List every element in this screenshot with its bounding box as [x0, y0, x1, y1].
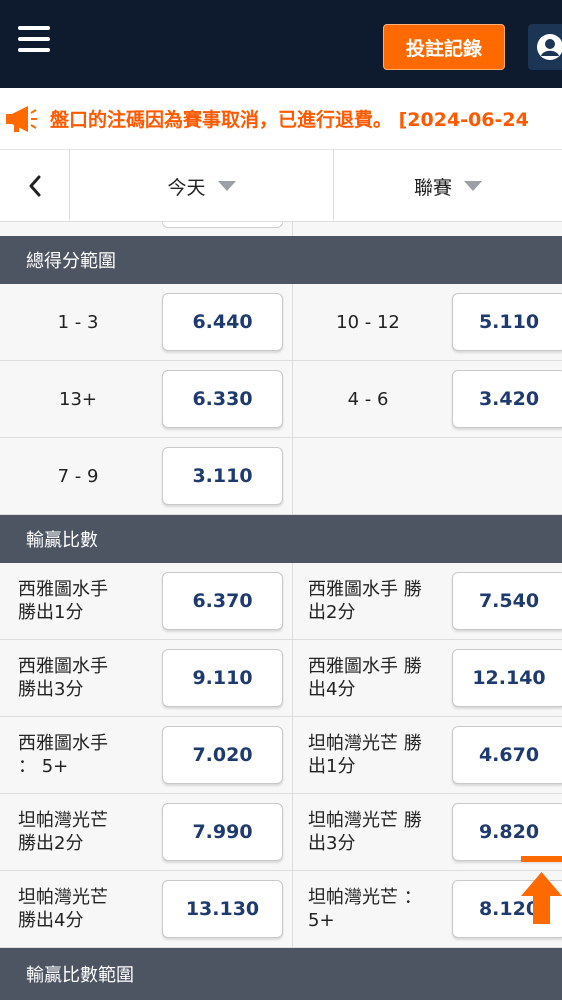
odds-button[interactable]: 3.110 [162, 447, 283, 505]
user-icon [537, 34, 562, 60]
odds-button[interactable]: 13.130 [162, 880, 283, 938]
league-filter-label: 聯賽 [413, 176, 452, 199]
user-button[interactable] [528, 24, 562, 70]
outcome-label: 10 - 12 [336, 312, 400, 333]
bet-record-button[interactable]: 投註記錄 [383, 24, 505, 70]
back-button[interactable] [0, 150, 70, 222]
odds-button[interactable]: 4.670 [452, 726, 562, 784]
caret-down-icon [464, 181, 482, 191]
outcome-label: 西雅圖水手 勝出2分 [308, 579, 422, 623]
outcome-label: 坦帕灣光芒 勝出4分 [18, 887, 108, 931]
odds-button[interactable]: 9.820 [452, 803, 562, 861]
top-bar: 投註記錄 [0, 0, 562, 88]
odds-button[interactable]: 5.110 [452, 293, 562, 351]
outcome-label: 13+ [59, 389, 97, 410]
previous-row-stub [0, 222, 562, 236]
date-filter-label: 今天 [167, 176, 206, 199]
caret-down-icon [217, 181, 236, 191]
table-row: 西雅圖水手： 5+ 7.020 坦帕灣光芒 勝出1分 4.670 [0, 717, 562, 794]
outcome-label: 1 - 3 [57, 312, 99, 333]
outcome-label: 7 - 9 [57, 466, 99, 487]
chevron-left-icon [29, 175, 40, 197]
odds-button[interactable]: 12.140 [452, 649, 562, 707]
odds-button[interactable]: 7.540 [452, 572, 562, 630]
outcome-label: 西雅圖水手 勝出3分 [18, 656, 108, 700]
odds-button[interactable]: 6.330 [162, 370, 283, 428]
table-row: 7 - 9 3.110 [0, 438, 562, 515]
outcome-label: 坦帕灣光芒 勝出3分 [308, 810, 422, 854]
megaphone-icon [6, 106, 37, 132]
announcement-text: 盤口的注碼因為賽事取消，已進行退費。 [2024-06-24 [50, 109, 529, 131]
outcome-label: 坦帕灣光芒 ： 5+ [308, 887, 422, 931]
arrow-up-icon[interactable] [521, 856, 562, 926]
outcome-label: 4 - 6 [347, 389, 389, 410]
odds-button[interactable]: 3.420 [452, 370, 562, 428]
date-filter-dropdown[interactable]: 今天 [70, 150, 334, 222]
section-header-winning-margin[interactable]: 輸贏比數 [0, 515, 562, 563]
table-row: 13+ 6.330 4 - 6 3.420 [0, 361, 562, 438]
outcome-label: 西雅圖水手 勝出1分 [18, 579, 108, 623]
announcement-marquee: 盤口的注碼因為賽事取消，已進行退費。 [2024-06-24 [0, 88, 562, 150]
section-header-total-score-range[interactable]: 總得分範圍 [0, 236, 562, 284]
odds-button[interactable]: 7.020 [162, 726, 283, 784]
market-list: 總得分範圍 1 - 3 6.440 10 - 12 5.110 13+ 6.33… [0, 222, 562, 1000]
table-row: 1 - 3 6.440 10 - 12 5.110 [0, 284, 562, 361]
outcome-label: 坦帕灣光芒 勝出1分 [308, 733, 422, 777]
filter-bar: 今天 聯賽 [0, 150, 562, 222]
hamburger-menu-icon[interactable] [18, 26, 52, 56]
table-row: 西雅圖水手 勝出1分 6.370 西雅圖水手 勝出2分 7.540 [0, 563, 562, 640]
odds-button[interactable]: 9.110 [162, 649, 283, 707]
table-row: 坦帕灣光芒 勝出4分 13.130 坦帕灣光芒 ： 5+ 8.120 [0, 871, 562, 948]
table-row: 坦帕灣光芒 勝出2分 7.990 坦帕灣光芒 勝出3分 9.820 [0, 794, 562, 871]
outcome-label: 西雅圖水手： 5+ [18, 733, 108, 777]
odds-button[interactable]: 6.370 [162, 572, 283, 630]
odds-button[interactable]: 7.990 [162, 803, 283, 861]
table-row: 西雅圖水手 勝出3分 9.110 西雅圖水手 勝出4分 12.140 [0, 640, 562, 717]
odds-button-partial[interactable] [162, 222, 283, 228]
section-header-winning-margin-range[interactable]: 輸贏比數範圍 [0, 948, 562, 1000]
outcome-label: 坦帕灣光芒 勝出2分 [18, 810, 108, 854]
outcome-label: 西雅圖水手 勝出4分 [308, 656, 422, 700]
league-filter-dropdown[interactable]: 聯賽 [334, 150, 562, 222]
odds-button[interactable]: 6.440 [162, 293, 283, 351]
